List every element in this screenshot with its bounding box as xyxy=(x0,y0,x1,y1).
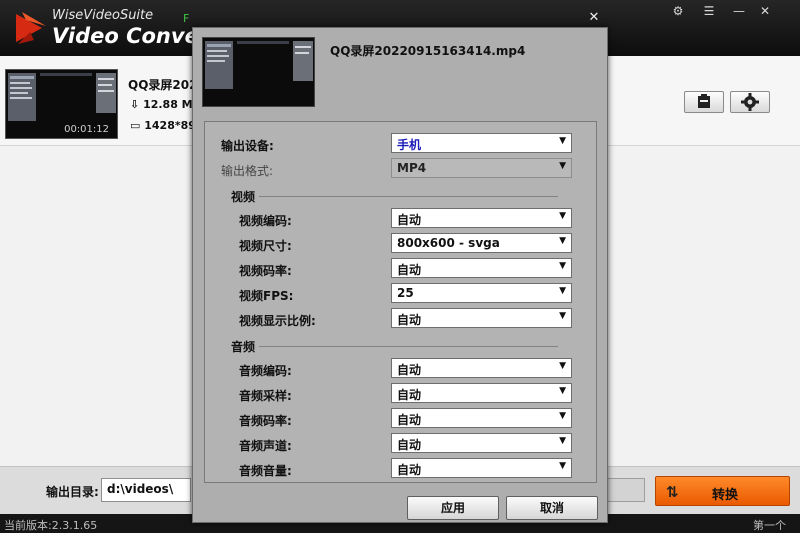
audio-volume-select[interactable]: 自动 ▼ xyxy=(391,458,572,478)
device-value: 手机 xyxy=(397,138,422,152)
clip-button[interactable] xyxy=(684,91,724,113)
device-label: 输出设备: xyxy=(221,139,274,153)
select-value: 自动 xyxy=(397,463,422,477)
dialog-filename: QQ录屏20220915163414.mp4 xyxy=(330,44,526,58)
chevron-down-icon: ▼ xyxy=(559,211,566,221)
browse-button[interactable] xyxy=(605,478,645,502)
chevron-down-icon: ▼ xyxy=(559,361,566,371)
video-duration: 00:01:12 xyxy=(64,124,109,135)
select-value: 自动 xyxy=(397,263,422,277)
format-label: 输出格式: xyxy=(221,164,274,178)
select-value: 自动 xyxy=(397,438,422,452)
video-size-label: 视频尺寸: xyxy=(239,239,292,253)
video-codec-select[interactable]: 自动 ▼ xyxy=(391,208,572,228)
video-bitrate-label: 视频码率: xyxy=(239,264,292,278)
audio-channels-select[interactable]: 自动 ▼ xyxy=(391,433,572,453)
convert-icon: ⇅ xyxy=(666,483,679,501)
video-bitrate-select[interactable]: 自动 ▼ xyxy=(391,258,572,278)
video-thumbnail[interactable]: 00:01:12 xyxy=(5,69,118,139)
convert-button[interactable]: ⇅ 转换 xyxy=(655,476,790,506)
video-fps-select[interactable]: 25 ▼ xyxy=(391,283,572,303)
gear-icon xyxy=(741,93,759,111)
select-value: 800x600 - svga xyxy=(397,236,500,250)
convert-label: 转换 xyxy=(712,488,739,503)
device-select[interactable]: 手机 ▼ xyxy=(391,133,572,153)
apply-button[interactable]: 应用 xyxy=(407,496,499,520)
menu-icon[interactable]: ☰ xyxy=(697,0,721,22)
chevron-down-icon: ▼ xyxy=(559,386,566,396)
settings-panel: 输出设备: 手机 ▼ 输出格式: MP4 ▼ 视频 视频编码: 自动 ▼ 视频尺寸… xyxy=(204,121,597,483)
next-link[interactable]: 第一个 xyxy=(753,517,786,533)
select-value: 25 xyxy=(397,286,414,300)
monitor-icon: ▭ xyxy=(130,119,141,132)
brand-subtitle: WiseVideoSuite xyxy=(52,8,154,23)
chevron-down-icon: ▼ xyxy=(559,136,566,146)
video-fps-label: 视频FPS: xyxy=(239,289,294,303)
brand-tag: F xyxy=(183,12,190,25)
output-settings-dialog: ✕ QQ录屏20220915163414.mp4 输出设备: 手机 ▼ 输出格式… xyxy=(192,10,608,523)
version-text: 当前版本:2.3.1.65 xyxy=(4,519,98,532)
chevron-down-icon: ▼ xyxy=(559,436,566,446)
logo-icon xyxy=(16,12,46,44)
minimize-icon[interactable]: — xyxy=(727,0,751,22)
file-size: ⇩ 12.88 MB xyxy=(130,98,201,111)
close-icon[interactable]: ✕ xyxy=(753,0,777,22)
close-icon[interactable]: ✕ xyxy=(583,8,605,28)
gear-icon[interactable]: ⚙ xyxy=(666,0,690,22)
chevron-down-icon: ▼ xyxy=(559,411,566,421)
select-value: 自动 xyxy=(397,363,422,377)
chevron-down-icon: ▼ xyxy=(559,311,566,321)
video-aspect-select[interactable]: 自动 ▼ xyxy=(391,308,572,328)
clip-icon xyxy=(698,94,710,108)
dialog-thumbnail xyxy=(202,37,315,107)
audio-section-title: 音频 xyxy=(231,340,256,354)
size-icon: ⇩ xyxy=(130,98,140,111)
select-value: 自动 xyxy=(397,213,422,227)
video-aspect-label: 视频显示比例: xyxy=(239,314,316,328)
chevron-down-icon: ▼ xyxy=(559,261,566,271)
chevron-down-icon: ▼ xyxy=(559,161,566,171)
audio-bitrate-select[interactable]: 自动 ▼ xyxy=(391,408,572,428)
cancel-button[interactable]: 取消 xyxy=(506,496,598,520)
output-dir-label: 输出目录: xyxy=(46,485,99,499)
output-dir-input[interactable]: d:\videos\ xyxy=(101,478,191,502)
chevron-down-icon: ▼ xyxy=(559,286,566,296)
audio-samplerate-label: 音频采样: xyxy=(239,389,292,403)
audio-volume-label: 音频音量: xyxy=(239,464,292,478)
video-section-title: 视频 xyxy=(231,190,256,204)
format-value: MP4 xyxy=(397,161,427,175)
select-value: 自动 xyxy=(397,413,422,427)
select-value: 自动 xyxy=(397,313,422,327)
settings-button[interactable] xyxy=(730,91,770,113)
format-select[interactable]: MP4 ▼ xyxy=(391,158,572,178)
audio-samplerate-select[interactable]: 自动 ▼ xyxy=(391,383,572,403)
video-codec-label: 视频编码: xyxy=(239,214,292,228)
chevron-down-icon: ▼ xyxy=(559,236,566,246)
audio-channels-label: 音频声道: xyxy=(239,439,292,453)
select-value: 自动 xyxy=(397,388,422,402)
audio-bitrate-label: 音频码率: xyxy=(239,414,292,428)
chevron-down-icon: ▼ xyxy=(559,461,566,471)
video-size-select[interactable]: 800x600 - svga ▼ xyxy=(391,233,572,253)
audio-codec-label: 音频编码: xyxy=(239,364,292,378)
audio-codec-select[interactable]: 自动 ▼ xyxy=(391,358,572,378)
section-divider xyxy=(259,196,558,197)
section-divider xyxy=(259,346,558,347)
